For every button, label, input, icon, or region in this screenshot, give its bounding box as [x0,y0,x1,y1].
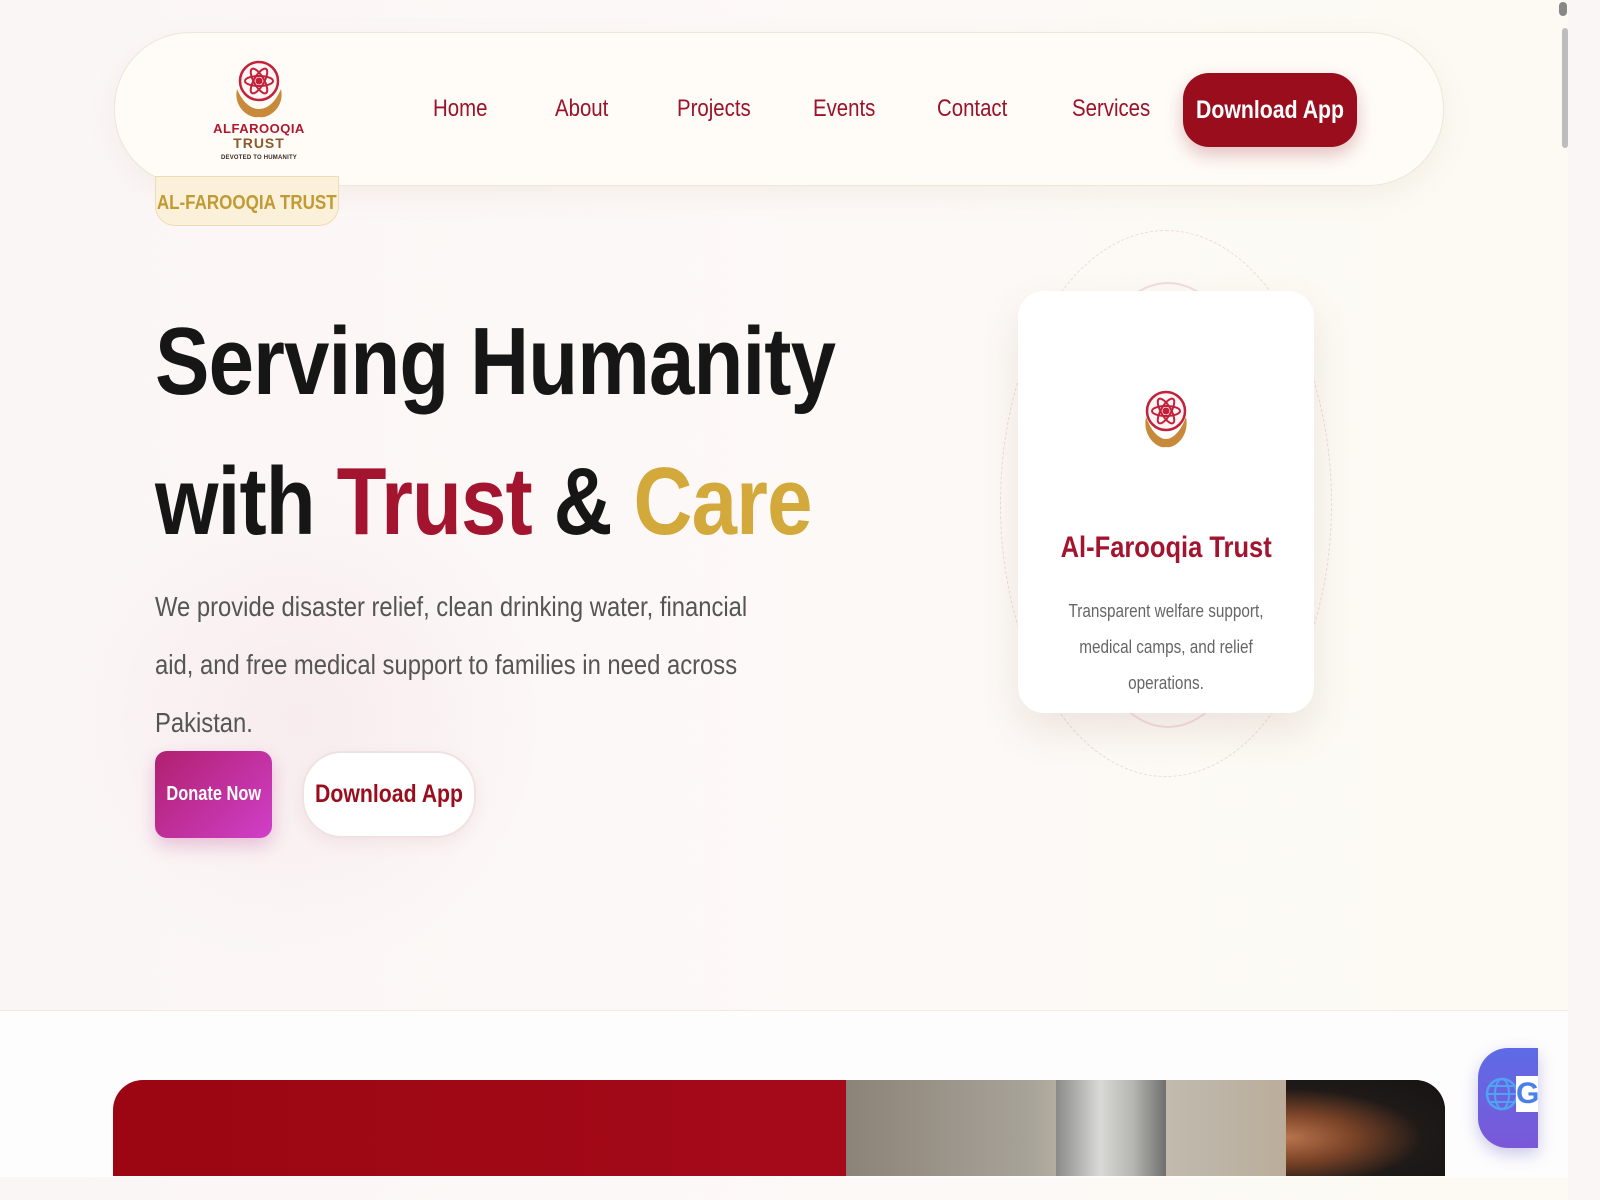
hero-badge-label: AL-FAROOQIA TRUST [157,191,337,214]
banner-red-panel [113,1080,846,1176]
hero-description: We provide disaster relief, clean drinki… [155,591,748,738]
nav-download-app-button[interactable]: Download App [1183,73,1357,147]
hero-download-app-label: Download App [315,780,463,808]
logo-name: ALFAROOQIA [213,121,305,136]
site-logo[interactable]: ALFAROOQIA TRUST DEVOTED TO HUMANITY [213,51,305,171]
nav-link-home[interactable]: Home [433,95,487,123]
card-title: Al-Farooqia Trust [1018,531,1314,565]
top-navbar: ALFAROOQIA TRUST DEVOTED TO HUMANITY Hom… [114,32,1444,186]
headline-trust: Trust [336,448,533,555]
hero-download-app-button[interactable]: Download App [302,751,476,838]
card-description-text: Transparent welfare support, medical cam… [1068,601,1264,693]
nav-link-services[interactable]: Services [1072,95,1150,123]
globe-icon [1485,1077,1519,1111]
card-title-text: Al-Farooqia Trust [1060,531,1272,564]
headline-line-1: Serving Humanity [155,308,836,415]
nav-link-projects[interactable]: Projects [677,95,751,123]
hero-headline: Serving Humanity with Trust & Care [155,292,836,572]
nav-download-app-label: Download App [1196,95,1344,124]
donate-now-button[interactable]: Donate Now [155,751,272,838]
headline-ampersand: & [553,448,613,555]
scrollbar-thumb[interactable] [1562,28,1568,148]
nav-link-contact[interactable]: Contact [937,95,1007,123]
nav-link-about[interactable]: About [555,95,608,123]
card-description: Transparent welfare support, medical cam… [1038,593,1294,701]
scrollbar-arrow[interactable] [1559,2,1567,16]
google-g-icon: G [1516,1076,1538,1112]
logo-subname: TRUST [233,135,285,151]
donate-now-label: Donate Now [166,783,261,805]
translate-widget-button[interactable]: G [1478,1048,1538,1148]
trust-emblem-icon [1145,390,1187,448]
banner-photo-pole [1056,1080,1166,1176]
hero-badge: AL-FAROOQIA TRUST [155,176,339,226]
feature-banner [113,1080,1445,1176]
headline-with: with [155,448,316,555]
banner-photo [846,1080,1445,1176]
nav-link-events[interactable]: Events [813,95,875,123]
logo-tagline: DEVOTED TO HUMANITY [220,155,298,161]
banner-photo-dark-area [1286,1080,1445,1176]
headline-care: Care [633,448,813,555]
trust-emblem-icon [236,60,282,118]
trust-info-card: Al-Farooqia Trust Transparent welfare su… [1018,291,1314,713]
